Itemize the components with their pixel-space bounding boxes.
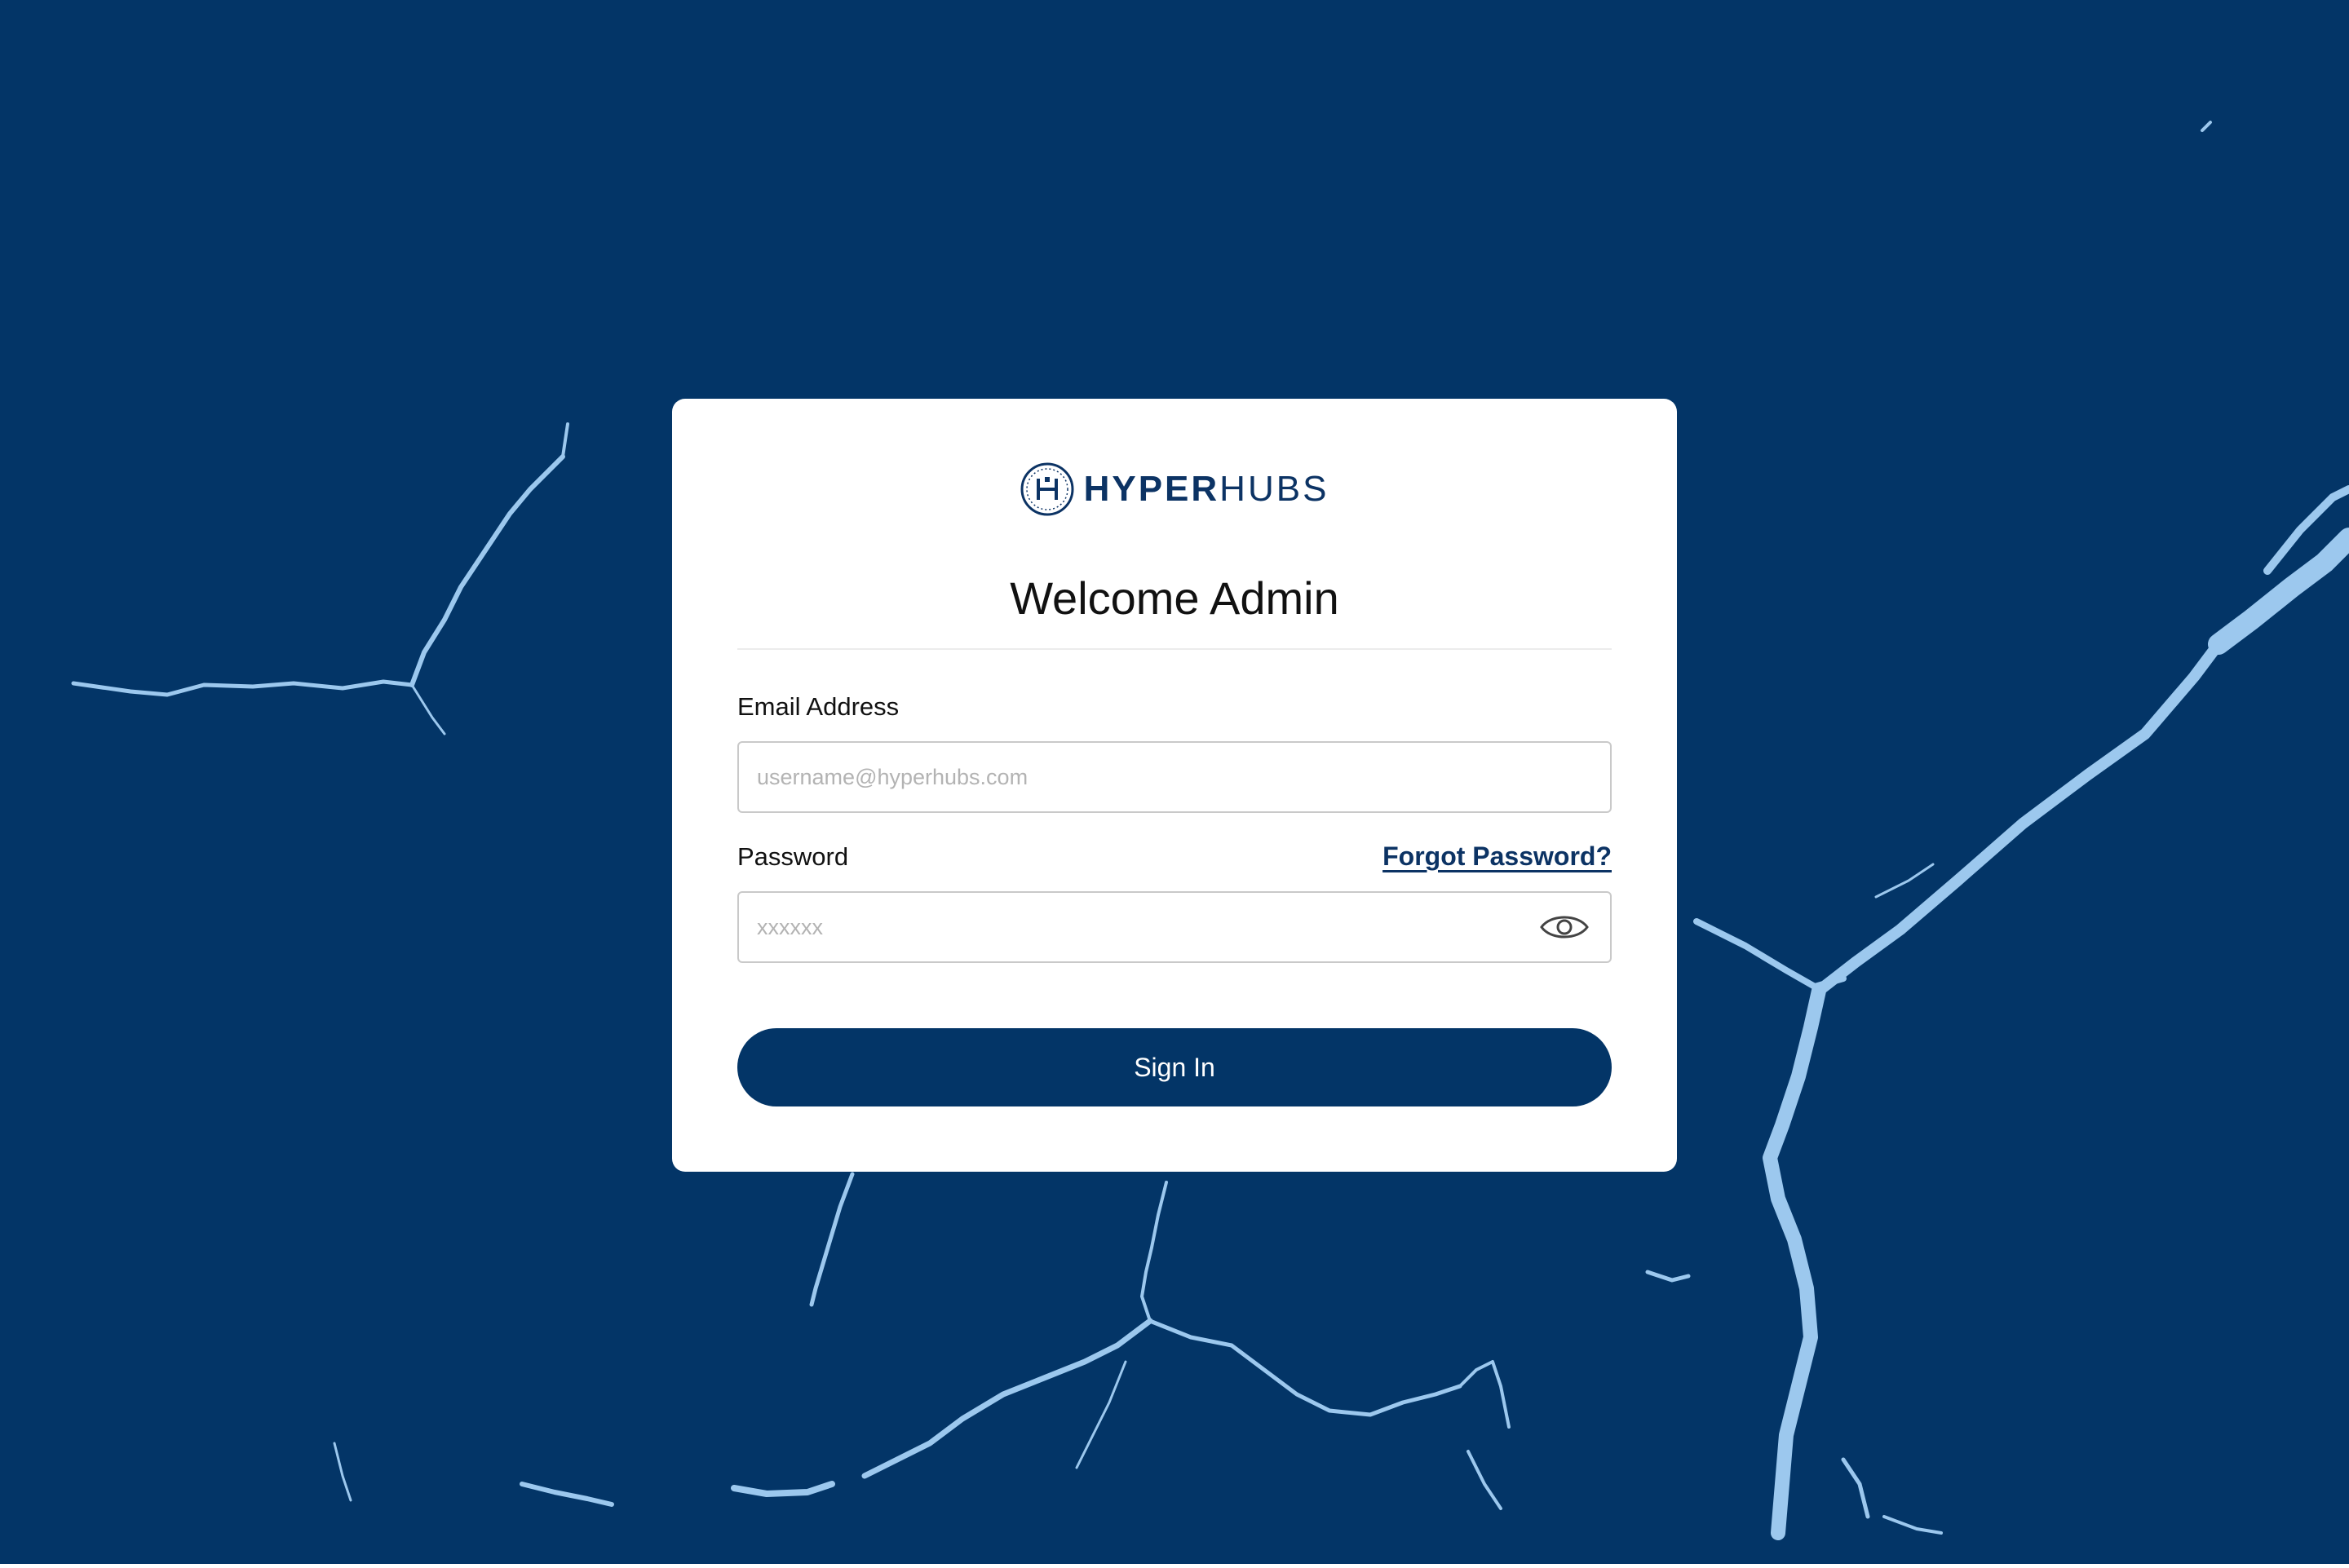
hyperhubs-seal-icon <box>1020 462 1074 516</box>
brand-name-light: HUBS <box>1219 469 1329 509</box>
forgot-password-link[interactable]: Forgot Password? <box>1382 840 1612 872</box>
bottom-border <box>0 1564 2349 1568</box>
title-divider <box>737 648 1612 650</box>
password-label: Password <box>737 842 849 871</box>
brand-logo: HYPERHUBS <box>672 462 1677 516</box>
sign-in-button[interactable]: Sign In <box>737 1028 1612 1106</box>
page-title: Welcome Admin <box>1010 572 1339 624</box>
brand-wordmark: HYPERHUBS <box>1084 462 1329 516</box>
brand-name-bold: HYPER <box>1083 469 1220 509</box>
eye-icon[interactable] <box>1539 911 1590 943</box>
login-card: HYPERHUBS Welcome Admin Email Address Pa… <box>672 399 1677 1172</box>
email-field[interactable] <box>737 741 1612 813</box>
password-field[interactable] <box>737 891 1612 963</box>
email-label: Email Address <box>737 692 900 721</box>
